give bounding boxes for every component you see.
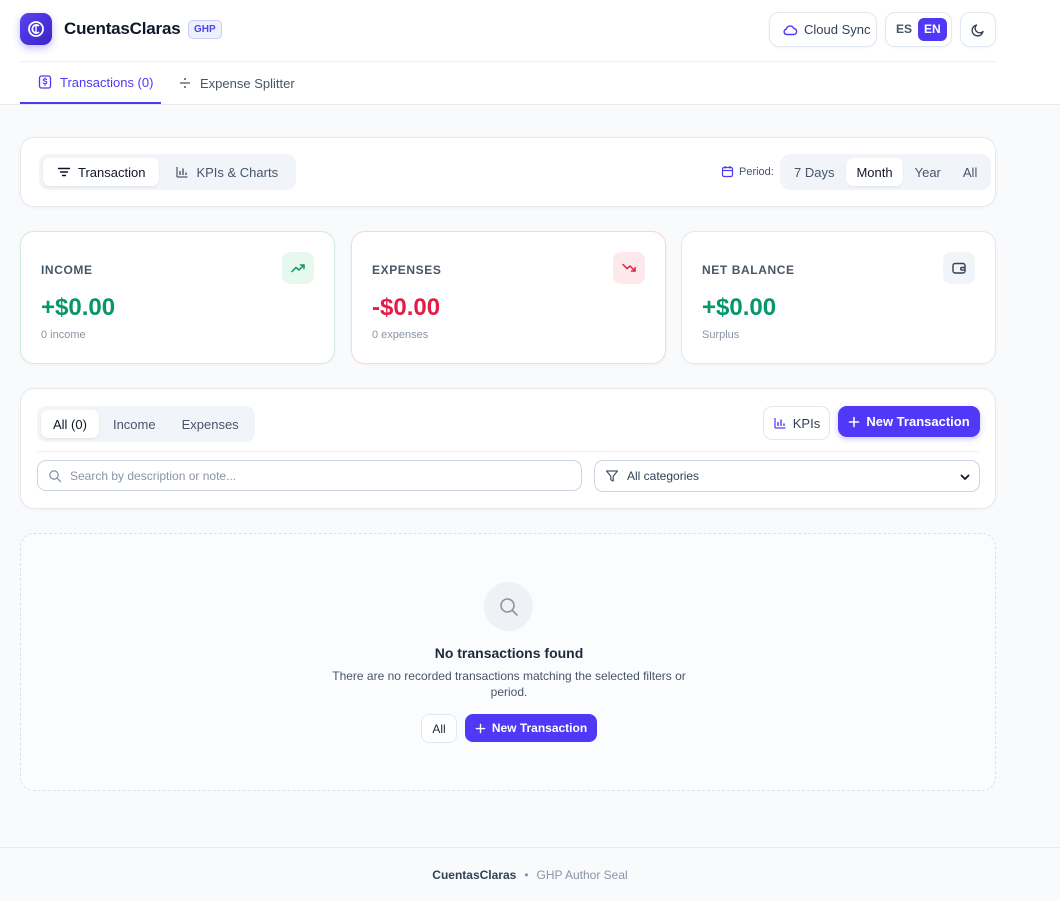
- empty-title: No transactions found: [434, 645, 584, 661]
- period-segmented-control: 7 Days Month Year All: [780, 154, 992, 190]
- type-segmented-control: All (0) Income Expenses: [37, 406, 255, 442]
- view-tab-transaction[interactable]: Transaction: [43, 158, 160, 186]
- brand-name: CuentasClaras: [64, 19, 181, 38]
- filters-card: All (0) Income Expenses KPIs New Transac…: [20, 388, 996, 509]
- net-balance-subtext: Surplus: [702, 329, 740, 341]
- bar-chart-icon: [175, 165, 189, 179]
- tab-transactions-label: Transactions (0): [60, 74, 154, 90]
- footer-seal: GHP Author Seal: [536, 867, 628, 882]
- dollar-doc-icon: [38, 75, 52, 89]
- view-toolbar: Transaction KPIs & Charts Period: 7 Days…: [20, 137, 996, 207]
- lang-en-button[interactable]: EN: [918, 18, 947, 41]
- divide-icon: [178, 76, 192, 90]
- moon-icon: [970, 22, 986, 38]
- view-tab-kpis-charts[interactable]: KPIs & Charts: [161, 158, 292, 186]
- kpis-button-label: KPIs: [792, 415, 821, 431]
- new-transaction-label: New Transaction: [866, 414, 970, 429]
- lang-es-button[interactable]: ES: [890, 18, 918, 41]
- type-income[interactable]: Income: [101, 410, 168, 438]
- app-header: CuentasClaras GHP Cloud Sync ES EN Trans…: [0, 0, 1060, 105]
- view-tab-kpis-charts-label: KPIs & Charts: [196, 164, 279, 180]
- view-tab-transaction-label: Transaction: [78, 164, 146, 180]
- expenses-subtext: 0 expenses: [372, 329, 429, 341]
- period-label-text: Period:: [739, 165, 774, 178]
- logo-icon[interactable]: [20, 13, 52, 45]
- show-all-button[interactable]: All: [421, 714, 457, 743]
- footer-brand: CuentasClaras: [432, 867, 517, 882]
- language-switch: ES EN: [885, 12, 952, 47]
- footer: CuentasClaras • GHP Author Seal: [0, 847, 1060, 901]
- tab-expense-splitter[interactable]: Expense Splitter: [178, 62, 295, 104]
- brand-badge: GHP: [188, 20, 222, 39]
- search-icon: [48, 469, 62, 483]
- period-label: Period:: [721, 165, 774, 178]
- nav-divider: [20, 61, 996, 62]
- kpis-button[interactable]: KPIs: [763, 406, 830, 440]
- funnel-icon: [605, 469, 619, 483]
- search-field: [37, 460, 582, 491]
- income-label: INCOME: [41, 263, 93, 277]
- footer-separator: •: [524, 867, 529, 882]
- income-subtext: 0 income: [41, 329, 86, 341]
- tab-expense-splitter-label: Expense Splitter: [200, 75, 295, 91]
- view-segmented-control: Transaction KPIs & Charts: [39, 154, 297, 190]
- tab-transactions[interactable]: Transactions (0): [20, 62, 161, 104]
- category-select-value: All categories: [627, 469, 700, 483]
- net-balance-card: NET BALANCE +$0.00 Surplus: [681, 231, 996, 364]
- trending-up-icon: [282, 252, 314, 284]
- chevron-down-icon: [959, 471, 971, 483]
- filter-lines-icon: [57, 165, 71, 179]
- net-balance-value: +$0.00: [702, 294, 777, 321]
- calendar-icon: [721, 165, 734, 178]
- empty-new-transaction-label: New Transaction: [491, 721, 588, 735]
- period-year[interactable]: Year: [905, 158, 951, 186]
- search-input[interactable]: [70, 466, 570, 486]
- filters-divider: [37, 451, 979, 452]
- theme-toggle-button[interactable]: [960, 12, 996, 47]
- trending-down-icon: [613, 252, 645, 284]
- income-card: INCOME +$0.00 0 income: [20, 231, 335, 364]
- category-select[interactable]: All categories: [594, 460, 980, 492]
- net-balance-label: NET BALANCE: [702, 263, 795, 277]
- type-all[interactable]: All (0): [41, 410, 99, 438]
- plus-icon: [848, 416, 860, 428]
- new-transaction-button[interactable]: New Transaction: [838, 406, 980, 437]
- wallet-icon: [943, 252, 975, 284]
- income-value: +$0.00: [41, 294, 116, 321]
- empty-search-icon: [484, 582, 533, 631]
- empty-new-transaction-button[interactable]: New Transaction: [465, 714, 597, 742]
- bar-chart-icon: [773, 416, 787, 430]
- empty-description: There are no recorded transactions match…: [332, 669, 686, 699]
- expenses-card: EXPENSES -$0.00 0 expenses: [351, 231, 666, 364]
- expenses-value: -$0.00: [372, 294, 441, 321]
- period-7-days[interactable]: 7 Days: [784, 158, 844, 186]
- type-expenses[interactable]: Expenses: [170, 410, 251, 438]
- empty-state: No transactions found There are no recor…: [20, 533, 996, 791]
- cloud-sync-label: Cloud Sync: [804, 22, 871, 37]
- expenses-label: EXPENSES: [372, 263, 442, 277]
- cloud-sync-button[interactable]: Cloud Sync: [769, 12, 877, 47]
- period-all[interactable]: All: [953, 158, 987, 186]
- cloud-icon: [782, 22, 798, 38]
- plus-icon: [475, 723, 486, 734]
- period-month[interactable]: Month: [846, 158, 903, 186]
